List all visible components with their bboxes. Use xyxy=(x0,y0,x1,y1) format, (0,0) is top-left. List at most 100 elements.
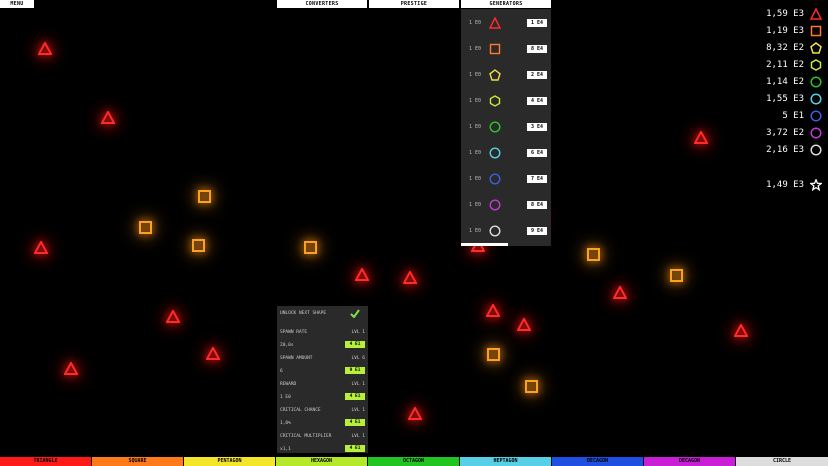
resource-value: 1,14 E2 xyxy=(766,77,804,87)
resource-value: 1,19 E3 xyxy=(766,26,804,36)
star-resource-value: 1,49 E3 xyxy=(766,180,804,190)
square-shape[interactable] xyxy=(139,221,152,234)
tab-circle[interactable]: CIRCLE xyxy=(736,457,828,466)
circle-icon xyxy=(489,199,501,211)
circle-icon xyxy=(489,147,501,159)
tab-prestige[interactable]: PRESTIGE xyxy=(369,0,459,8)
tab-generators[interactable]: GENERATORS xyxy=(461,0,551,8)
triangle-icon xyxy=(810,8,822,20)
triangle-shape[interactable] xyxy=(101,111,115,124)
triangle-shape[interactable] xyxy=(166,310,180,323)
tab-heptagon[interactable]: HEPTAGON xyxy=(460,457,552,466)
reward-label: REWARD xyxy=(280,382,297,387)
tab-octagon[interactable]: OCTAGON xyxy=(368,457,460,466)
generator-cost: 1 E0 xyxy=(469,176,482,182)
generator-row: 1 E0 6 E4 xyxy=(461,143,551,163)
critical-chance-level: LVL 1 xyxy=(351,408,365,413)
generator-cost: 1 E0 xyxy=(469,20,482,26)
buy-generator-button[interactable]: 4 E4 xyxy=(527,97,547,105)
square-shape[interactable] xyxy=(304,241,317,254)
tab-decagon-purple[interactable]: DECAGON xyxy=(644,457,736,466)
buy-generator-button[interactable]: 8 E4 xyxy=(527,201,547,209)
square-shape[interactable] xyxy=(525,380,538,393)
square-shape[interactable] xyxy=(198,190,211,203)
spawn-amount-buy-button[interactable]: 9 E1 xyxy=(345,367,365,374)
resource-row: 1,19 E3 xyxy=(766,23,822,39)
critical-multiplier-label: CRITICAL MULTIPLIER xyxy=(280,434,332,439)
buy-generator-button[interactable]: 2 E4 xyxy=(527,71,547,79)
triangle-shape[interactable] xyxy=(517,318,531,331)
resource-row: 1,59 E3 xyxy=(766,6,822,22)
square-icon xyxy=(810,25,822,37)
star-icon xyxy=(810,179,822,191)
critical-multiplier-level: LVL 1 xyxy=(351,434,365,439)
buy-generator-button[interactable]: 8 E4 xyxy=(527,45,547,53)
circle-icon xyxy=(489,225,501,237)
buy-generator-button[interactable]: 7 E4 xyxy=(527,175,547,183)
critical-multiplier-value: x1,1 xyxy=(280,447,291,452)
generator-cost: 1 E0 xyxy=(469,46,482,52)
reward-level: LVL 1 xyxy=(351,382,365,387)
buy-generator-button[interactable]: 3 E4 xyxy=(527,123,547,131)
tab-square[interactable]: SQUARE xyxy=(92,457,184,466)
resource-row: 5 E1 xyxy=(782,108,822,124)
triangle-shape[interactable] xyxy=(206,347,220,360)
reward-buy-button[interactable]: 4 E1 xyxy=(345,393,365,400)
circle-icon xyxy=(810,110,822,122)
critical-multiplier-buy-button[interactable]: 4 E1 xyxy=(345,445,365,452)
spawn-rate-label: SPAWN RATE xyxy=(280,330,308,335)
square-shape[interactable] xyxy=(192,239,205,252)
triangle-shape[interactable] xyxy=(403,271,417,284)
generator-row: 1 E0 8 E4 xyxy=(461,195,551,215)
checkmark-icon[interactable] xyxy=(350,309,360,318)
resource-row: 3,72 E2 xyxy=(766,125,822,141)
generator-row: 1 E0 1 E4 xyxy=(461,13,551,33)
triangle-shape[interactable] xyxy=(486,304,500,317)
resource-row: 8,32 E2 xyxy=(766,40,822,56)
tab-hexagon[interactable]: HEXAGON xyxy=(276,457,368,466)
triangle-shape[interactable] xyxy=(355,268,369,281)
spawn-rate-buy-button[interactable]: 4 E1 xyxy=(345,341,365,348)
buy-generator-button[interactable]: 6 E4 xyxy=(527,149,547,157)
square-shape[interactable] xyxy=(487,348,500,361)
pentagon-icon xyxy=(810,42,822,54)
generators-panel: 1 E0 1 E4 1 E0 8 E4 1 E0 2 E4 1 E0 4 E4 … xyxy=(461,9,551,246)
resource-row: 1,55 E3 xyxy=(766,91,822,107)
tab-pentagon[interactable]: PENTAGON xyxy=(184,457,276,466)
triangle-shape[interactable] xyxy=(38,42,52,55)
triangle-shape[interactable] xyxy=(694,131,708,144)
triangle-shape[interactable] xyxy=(613,286,627,299)
circle-icon xyxy=(489,173,501,185)
resource-value: 8,32 E2 xyxy=(766,43,804,53)
generator-cost: 1 E0 xyxy=(469,72,482,78)
hexagon-icon xyxy=(810,59,822,71)
generator-row: 1 E0 9 E4 xyxy=(461,221,551,241)
triangle-shape[interactable] xyxy=(734,324,748,337)
triangle-shape[interactable] xyxy=(64,362,78,375)
generator-cost: 1 E0 xyxy=(469,98,482,104)
unlock-label: UNLOCK NEXT SHAPE xyxy=(280,311,327,316)
critical-chance-value: 1,0% xyxy=(280,421,291,426)
critical-chance-buy-button[interactable]: 4 E1 xyxy=(345,419,365,426)
circle-icon xyxy=(810,93,822,105)
generator-row: 1 E0 4 E4 xyxy=(461,91,551,111)
generator-cost: 1 E0 xyxy=(469,150,482,156)
spawn-amount-label: SPAWN AMOUNT xyxy=(280,356,313,361)
buy-generator-button[interactable]: 9 E4 xyxy=(527,227,547,235)
tab-decagon-blue[interactable]: DECAGON xyxy=(552,457,644,466)
resource-value: 1,59 E3 xyxy=(766,9,804,19)
resource-row: 2,16 E3 xyxy=(766,142,822,158)
critical-chance-label: CRITICAL CHANCE xyxy=(280,408,321,413)
triangle-shape[interactable] xyxy=(34,241,48,254)
tab-menu[interactable]: MENU xyxy=(0,0,34,8)
spawn-rate-value: 20,0s xyxy=(280,343,294,348)
generators-scrollbar[interactable] xyxy=(461,243,508,246)
square-shape[interactable] xyxy=(670,269,683,282)
triangle-shape[interactable] xyxy=(408,407,422,420)
circle-icon xyxy=(810,76,822,88)
tab-triangle[interactable]: TRIANGLE xyxy=(0,457,92,466)
buy-generator-button[interactable]: 1 E4 xyxy=(527,19,547,27)
square-shape[interactable] xyxy=(587,248,600,261)
tab-converters[interactable]: CONVERTERS xyxy=(277,0,367,8)
triangle-icon xyxy=(489,17,501,29)
